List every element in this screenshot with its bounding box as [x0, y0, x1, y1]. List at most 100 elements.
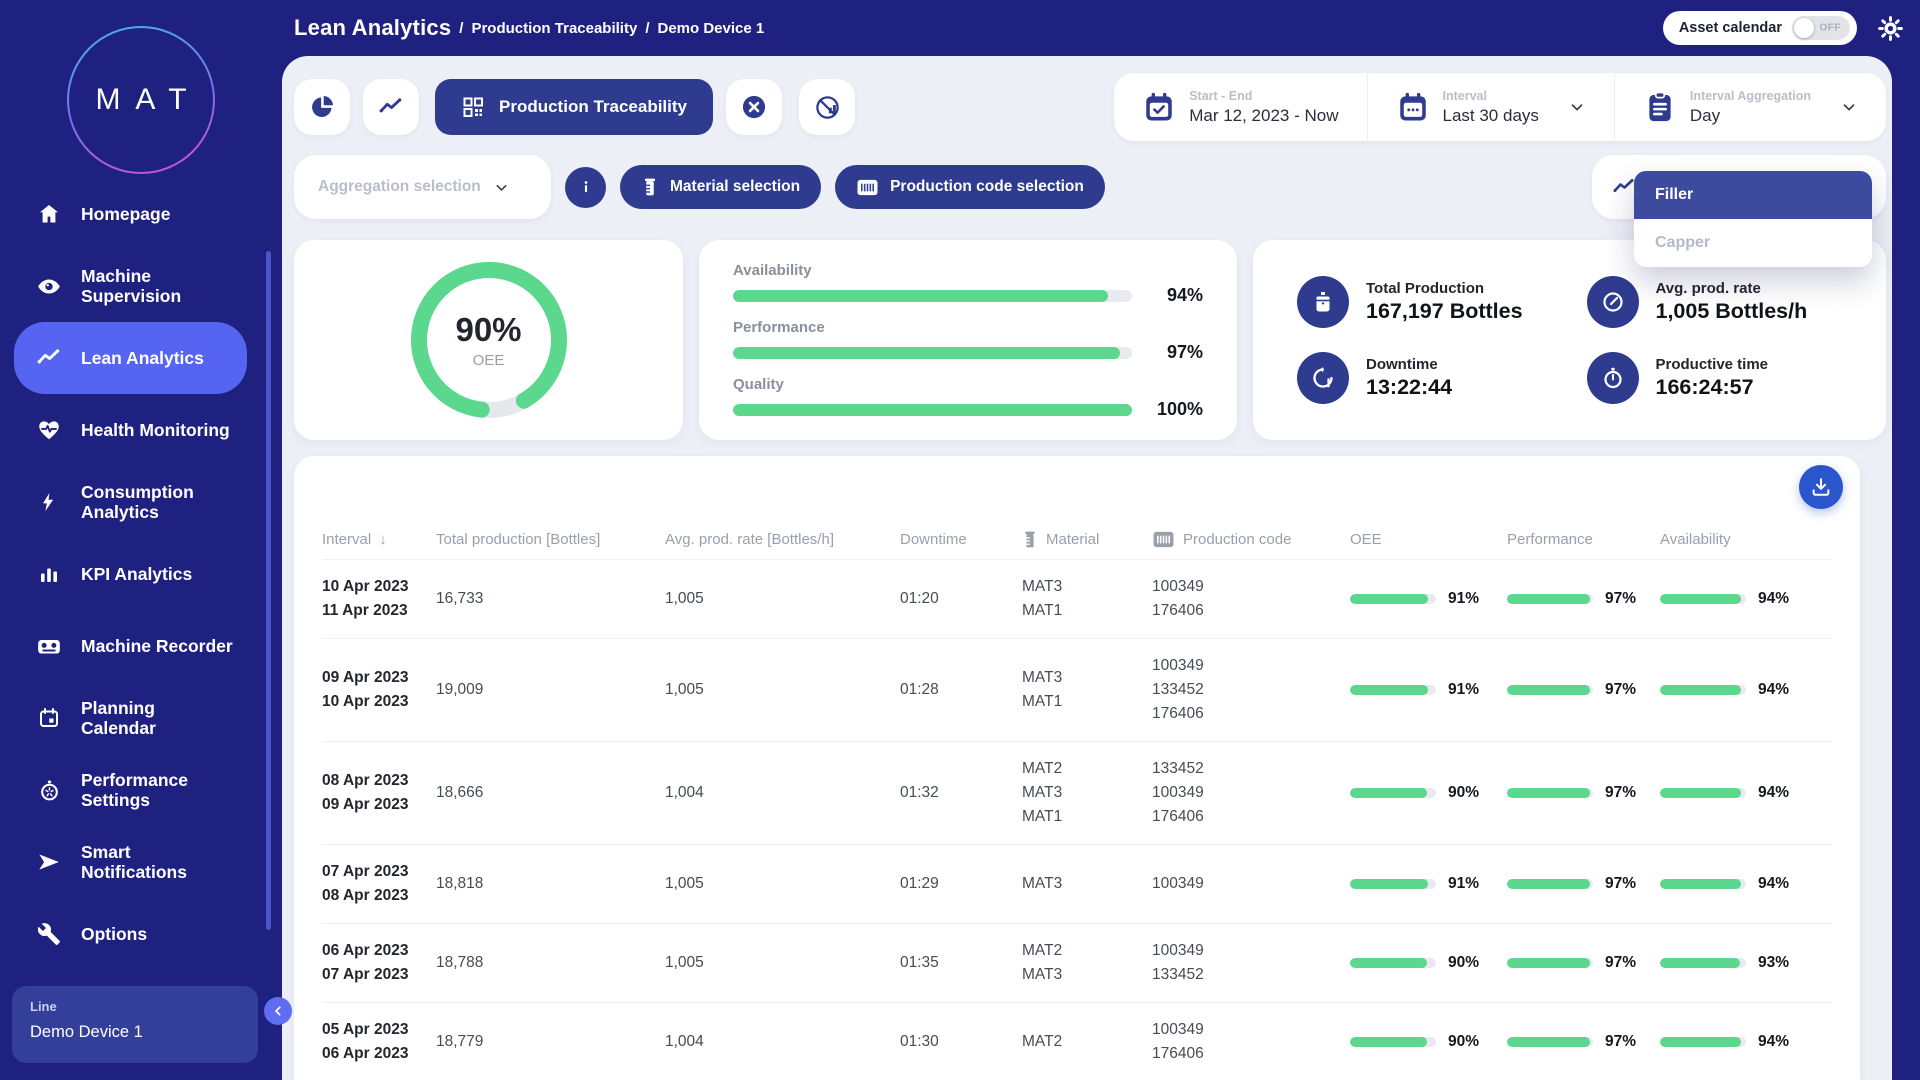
availability-cell: 94%: [1660, 781, 1810, 805]
material-selection-button[interactable]: Material selection: [620, 165, 821, 209]
traceability-table-card: Interval↓Total production [Bottles]Avg. …: [294, 456, 1860, 1080]
column-header: Avg. prod. rate [Bottles/h]: [665, 531, 900, 548]
device-line-label: Line: [30, 999, 240, 1014]
aggregation-selection-dropdown[interactable]: Aggregation selection: [294, 155, 551, 219]
kpi-value: 13:22:44: [1366, 375, 1452, 400]
production-traceability-view-button[interactable]: Production Traceability: [435, 79, 713, 135]
sidebar-item-kpi-analytics[interactable]: KPI Analytics: [14, 538, 247, 610]
total-production-cell: 19,009: [436, 678, 665, 702]
column-header-label: Performance: [1507, 531, 1593, 548]
total-production-cell: 18,779: [436, 1030, 665, 1054]
column-header: Downtime: [900, 531, 1022, 548]
traceability-table: Interval↓Total production [Bottles]Avg. …: [294, 456, 1860, 1080]
interval-cell: 08 Apr 202309 Apr 2023: [322, 769, 436, 817]
avg-rate-cell: 1,004: [665, 1030, 900, 1054]
sidebar-item-label: KPI Analytics: [81, 564, 192, 584]
column-header: OEE: [1350, 531, 1507, 548]
oee-cell: 91%: [1350, 678, 1507, 702]
metric-value: 97%: [1147, 342, 1203, 363]
asset-calendar-switch[interactable]: OFF: [1792, 16, 1850, 40]
metric-progress-fill: [733, 290, 1108, 302]
device-card[interactable]: Line Demo Device 1: [12, 986, 258, 1063]
sidebar-collapse-button[interactable]: [264, 997, 292, 1025]
sidebar-item-health-monitoring[interactable]: Health Monitoring: [14, 394, 247, 466]
sidebar-item-smart-notifications[interactable]: Smart Notifications: [14, 826, 247, 898]
breadcrumb-separator: /: [645, 20, 649, 37]
table-row[interactable]: 09 Apr 202310 Apr 202319,0091,00501:28MA…: [322, 639, 1832, 742]
interval-label: Interval: [1443, 89, 1539, 103]
kpi-value: 1,005 Bottles/h: [1656, 299, 1808, 324]
filters-row: Aggregation selection: [294, 155, 1886, 219]
no-data-chart-button[interactable]: [799, 79, 855, 135]
production-code-cell: 100349176406: [1152, 575, 1350, 623]
sidebar-item-consumption-analytics[interactable]: Consumption Analytics: [14, 466, 247, 538]
sidebar-item-options[interactable]: Options: [14, 898, 247, 970]
pie-chart-icon: [309, 94, 335, 120]
breadcrumb-item[interactable]: Production Traceability: [471, 20, 637, 37]
material-cell: MAT3MAT1: [1022, 666, 1152, 714]
table-row[interactable]: 07 Apr 202308 Apr 202318,8181,00501:29MA…: [322, 845, 1832, 924]
sidebar-item-homepage[interactable]: Homepage: [14, 178, 247, 250]
pie-chart-view-button[interactable]: [294, 79, 350, 135]
date-range-control[interactable]: Start - End Mar 12, 2023 - Now: [1114, 73, 1366, 141]
production-code-selection-button[interactable]: Production code selection: [835, 165, 1105, 209]
material-cell: MAT3MAT1: [1022, 575, 1152, 623]
production-code-cell: 133452100349176406: [1152, 757, 1350, 829]
column-header[interactable]: Interval↓: [322, 531, 436, 548]
toggle-knob: [1794, 18, 1814, 38]
asset-calendar-toggle-pill[interactable]: Asset calendar OFF: [1663, 11, 1857, 45]
close-view-button[interactable]: [726, 79, 782, 135]
date-controls-card: Start - End Mar 12, 2023 - Now: [1114, 73, 1886, 141]
download-button[interactable]: [1799, 465, 1843, 509]
material-cell: MAT3: [1022, 872, 1152, 896]
sidebar-item-machine-supervision[interactable]: Machine Supervision: [14, 250, 247, 322]
machine-option-filler[interactable]: Filler: [1634, 171, 1872, 219]
info-icon: [577, 178, 595, 196]
availability-cell: 94%: [1660, 587, 1810, 611]
machine-option-capper[interactable]: Capper: [1634, 219, 1872, 267]
production-code-cell: 100349133452176406: [1152, 654, 1350, 726]
sidebar-item-label: Health Monitoring: [81, 420, 230, 440]
table-row[interactable]: 08 Apr 202309 Apr 202318,6661,00401:32MA…: [322, 742, 1832, 845]
barcode-icon: [856, 178, 879, 197]
sidebar-scrollbar[interactable]: [266, 251, 271, 930]
line-chart-view-button[interactable]: [363, 79, 419, 135]
recorder-icon: [36, 633, 62, 660]
bar-chart-icon: [36, 562, 62, 586]
sidebar-item-lean-analytics[interactable]: Lean Analytics: [14, 322, 247, 394]
interval-cell: 06 Apr 202307 Apr 2023: [322, 939, 436, 987]
kpi-label: Avg. prod. rate: [1656, 280, 1808, 297]
heart-pulse-icon: [36, 417, 62, 443]
oee-gauge: 90% OEE: [404, 255, 574, 425]
breadcrumb: /Production Traceability/Demo Device 1: [451, 20, 764, 37]
date-range-value: Mar 12, 2023 - Now: [1189, 106, 1338, 126]
table-row[interactable]: 05 Apr 202306 Apr 202318,7791,00401:30MA…: [322, 1003, 1832, 1080]
interval-control[interactable]: Interval Last 30 days: [1367, 73, 1614, 141]
info-button[interactable]: [565, 167, 606, 208]
downtime-cell: 01:28: [900, 678, 1022, 702]
sort-descending-icon[interactable]: ↓: [379, 531, 387, 548]
oee-cell: 90%: [1350, 781, 1507, 805]
chevron-left-icon: [270, 1003, 286, 1019]
interval-cell: 09 Apr 202310 Apr 2023: [322, 666, 436, 714]
sidebar-item-performance-settings[interactable]: Performance Settings: [14, 754, 247, 826]
gear-icon[interactable]: [1877, 15, 1904, 42]
asset-calendar-label: Asset calendar: [1679, 20, 1782, 36]
total-production-cell: 18,788: [436, 951, 665, 975]
view-toolbar: Production Traceability: [294, 73, 1886, 141]
oee-components-card: Availability94%Performance97%Quality100%: [699, 240, 1237, 440]
interval-aggregation-control[interactable]: Interval Aggregation Day: [1614, 73, 1886, 141]
sidebar-item-machine-recorder[interactable]: Machine Recorder: [14, 610, 247, 682]
material-beaker-icon: [1022, 530, 1038, 549]
sidebar-item-planning-calendar[interactable]: Planning Calendar: [14, 682, 247, 754]
date-range-label: Start - End: [1189, 89, 1338, 103]
kpi-value: 166:24:57: [1656, 375, 1769, 400]
home-icon: [36, 202, 62, 226]
column-header: Performance: [1507, 531, 1660, 548]
downtime-cell: 01:20: [900, 587, 1022, 611]
breadcrumb-item[interactable]: Demo Device 1: [657, 20, 764, 37]
metric-progress-track: [733, 347, 1132, 359]
table-row[interactable]: 06 Apr 202307 Apr 202318,7881,00501:35MA…: [322, 924, 1832, 1003]
table-row[interactable]: 10 Apr 202311 Apr 202316,7331,00501:20MA…: [322, 560, 1832, 639]
column-header-label: Availability: [1660, 531, 1731, 548]
